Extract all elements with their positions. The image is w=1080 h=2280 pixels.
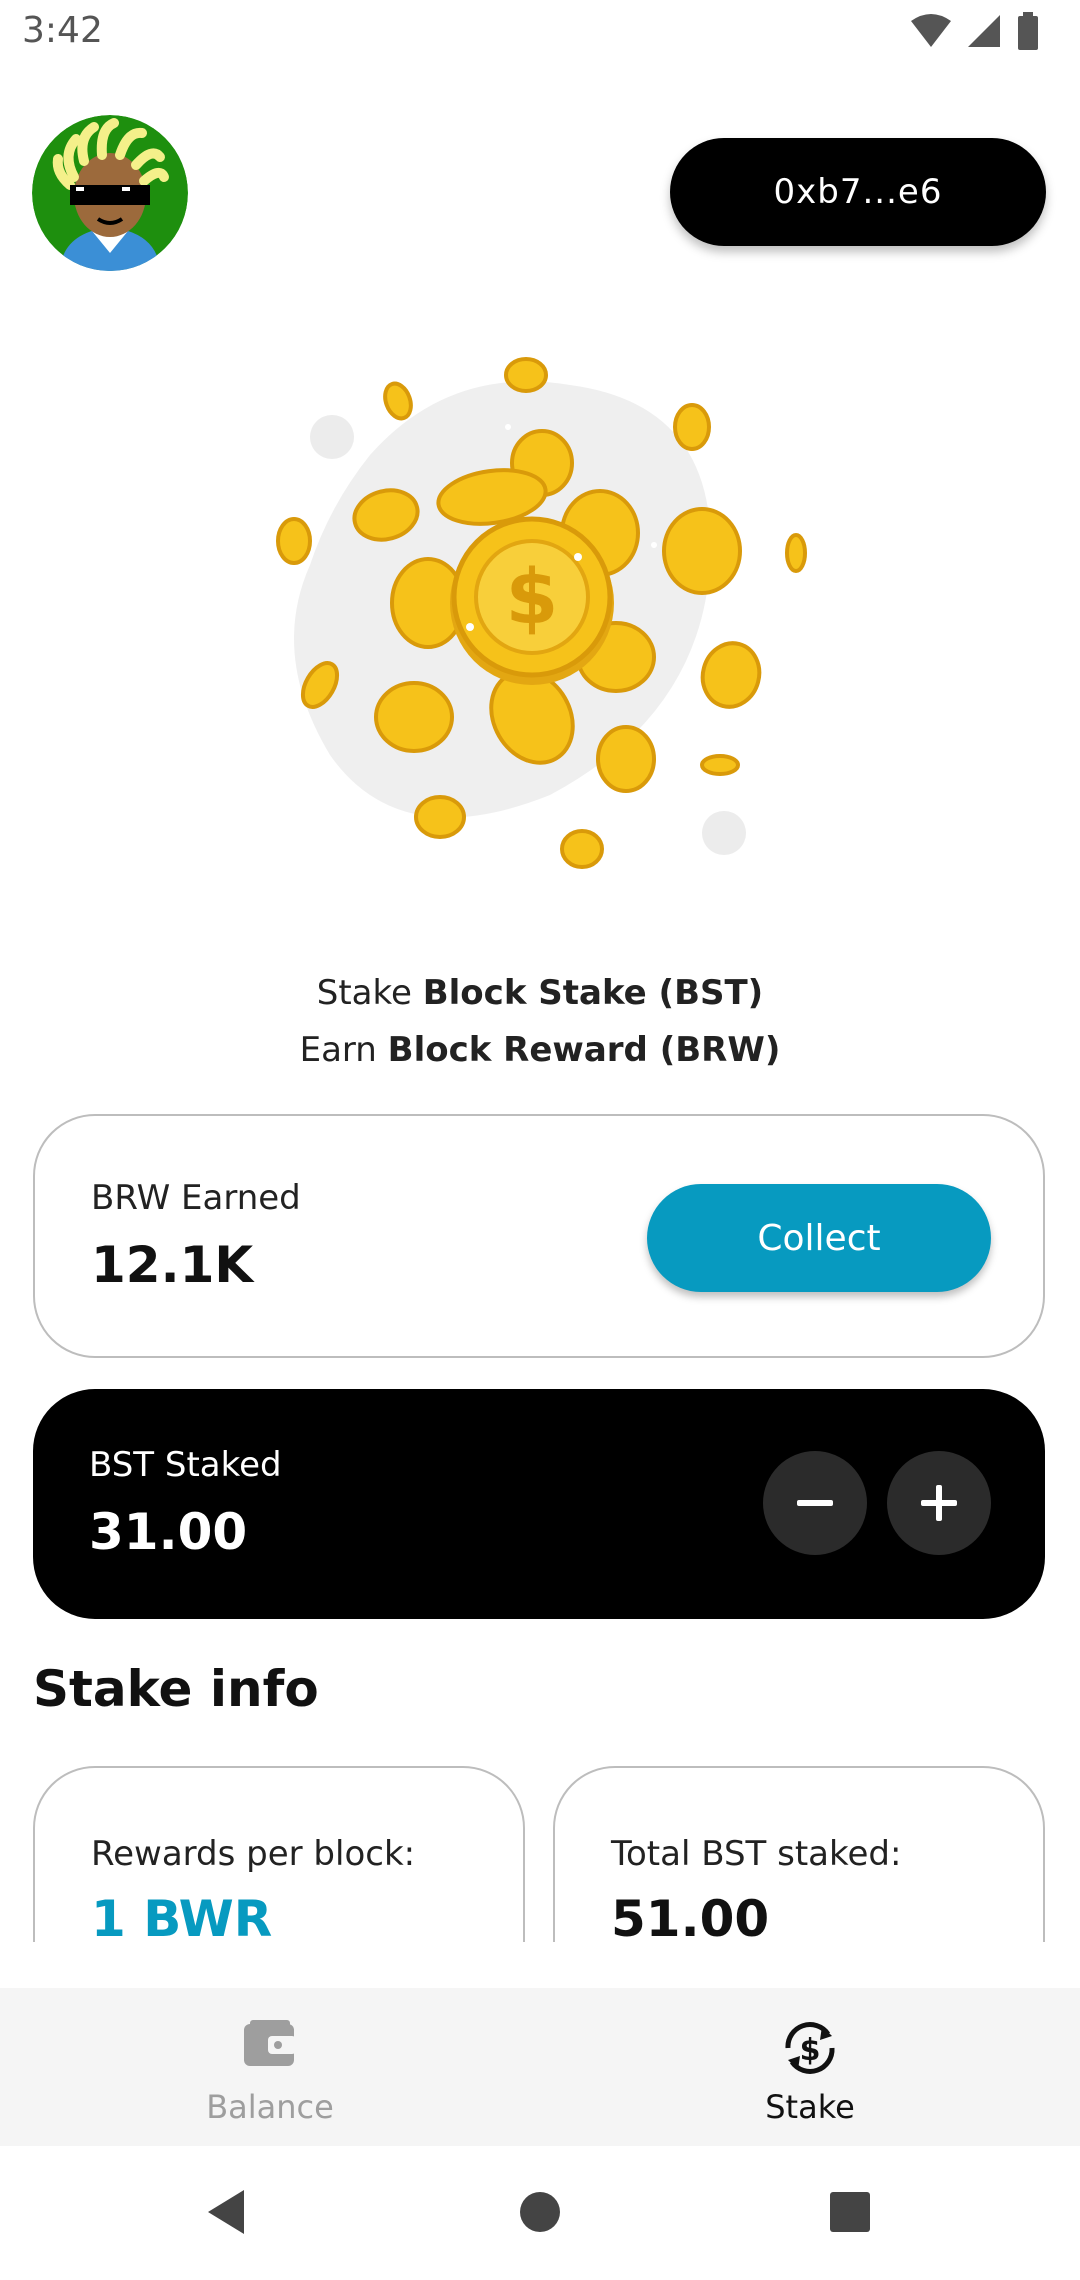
rewards-per-block-value: 1 BWR xyxy=(91,1890,273,1942)
avatar[interactable] xyxy=(32,115,188,271)
status-bar: 3:42 xyxy=(0,0,1080,70)
bst-staked-card: BST Staked 31.00 xyxy=(33,1389,1045,1619)
wifi-icon xyxy=(911,14,951,47)
headline-line2-prefix: Earn xyxy=(299,1030,377,1070)
signal-icon xyxy=(968,15,1000,47)
total-bst-staked-label: Total BST staked: xyxy=(611,1834,902,1874)
headline-line1-bold: Block Stake (BST) xyxy=(422,973,764,1013)
headline-line2-bold: Block Reward (BRW) xyxy=(387,1030,781,1070)
plus-icon xyxy=(921,1485,957,1521)
collect-button[interactable]: Collect xyxy=(647,1184,991,1292)
total-bst-staked-value: 51.00 xyxy=(611,1890,770,1942)
stake-info-title: Stake info xyxy=(33,1660,319,1718)
status-time: 3:42 xyxy=(22,10,103,51)
stake-icon: $ xyxy=(785,2022,835,2074)
svg-text:$: $ xyxy=(506,552,559,641)
stake-info-cards: Rewards per block: 1 BWR Total BST stake… xyxy=(0,1760,1080,1942)
stake-more-button[interactable] xyxy=(887,1451,991,1555)
total-bst-staked-card: Total BST staked: 51.00 xyxy=(553,1766,1045,1942)
brw-earned-label: BRW Earned xyxy=(91,1178,301,1218)
coins-illustration: $ xyxy=(276,357,807,869)
system-navigation-bar xyxy=(0,2146,1080,2280)
nav-item-balance[interactable]: Balance xyxy=(0,1988,540,2146)
recents-icon[interactable] xyxy=(828,2188,872,2236)
stake-headline: Stake Block Stake (BST) Earn Block Rewar… xyxy=(0,965,1080,1079)
avatar-image xyxy=(32,115,188,271)
battery-icon xyxy=(1018,12,1038,50)
svg-text:$: $ xyxy=(800,2033,821,2068)
unstake-button[interactable] xyxy=(763,1451,867,1555)
bst-staked-value: 31.00 xyxy=(89,1503,248,1561)
home-icon[interactable] xyxy=(518,2188,562,2236)
brw-earned-value: 12.1K xyxy=(91,1236,254,1294)
nav-item-stake[interactable]: $ Stake xyxy=(540,1988,1080,2146)
headline-line1-prefix: Stake xyxy=(316,973,412,1013)
nav-label-balance: Balance xyxy=(206,2088,334,2126)
bottom-navigation: Balance $ Stake xyxy=(0,1988,1080,2146)
nav-label-stake: Stake xyxy=(765,2088,855,2126)
wallet-icon xyxy=(244,2020,296,2066)
bst-staked-label: BST Staked xyxy=(89,1445,282,1485)
minus-icon xyxy=(797,1500,833,1506)
rewards-per-block-label: Rewards per block: xyxy=(91,1834,416,1874)
rewards-per-block-card: Rewards per block: 1 BWR xyxy=(33,1766,525,1942)
brw-earned-card: BRW Earned 12.1K Collect xyxy=(33,1114,1045,1358)
wallet-address-button[interactable]: 0xb7...e6 xyxy=(670,138,1046,246)
back-icon[interactable] xyxy=(204,2188,248,2236)
